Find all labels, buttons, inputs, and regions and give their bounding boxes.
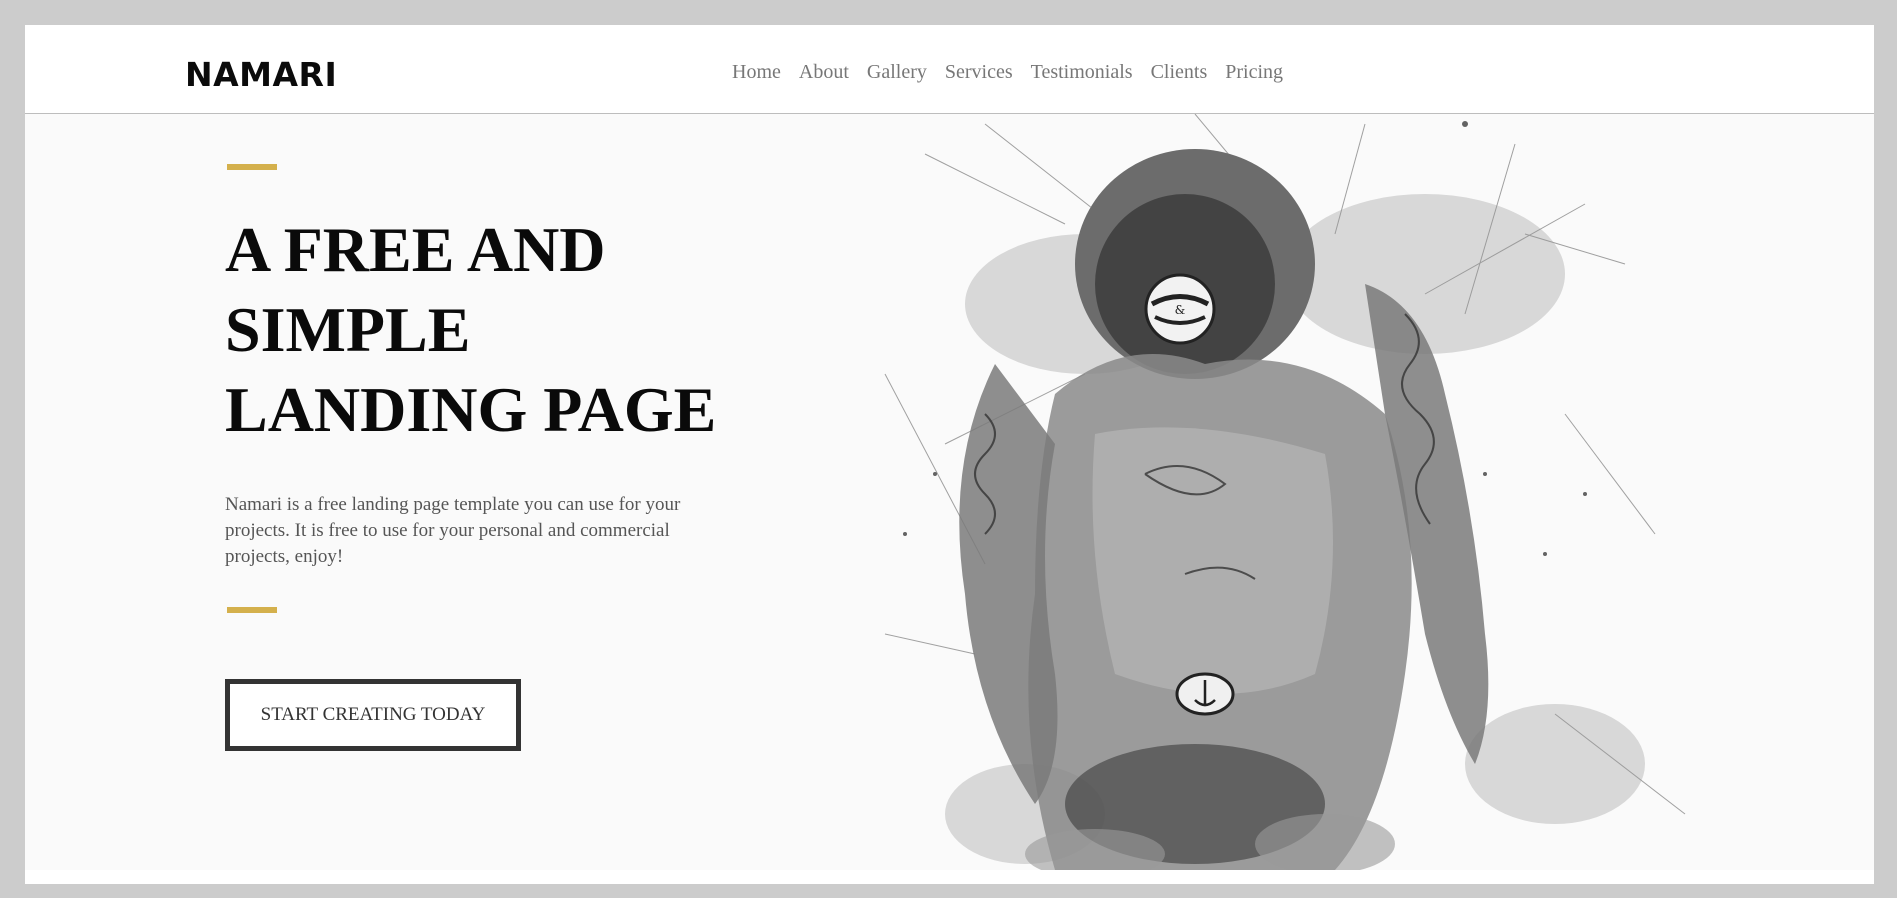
headline-line-2: SIMPLE bbox=[225, 294, 471, 365]
site-header: NAMARI Home About Gallery Services Testi… bbox=[25, 25, 1874, 114]
main-nav: Home About Gallery Services Testimonials… bbox=[732, 61, 1301, 84]
nav-services[interactable]: Services bbox=[945, 61, 1013, 84]
hero-headline: A FREE AND SIMPLE LANDING PAGE bbox=[225, 210, 845, 450]
nav-about[interactable]: About bbox=[799, 61, 849, 84]
svg-text:&: & bbox=[1175, 303, 1186, 317]
hero-section: A FREE AND SIMPLE LANDING PAGE Namari is… bbox=[25, 114, 1874, 870]
hero-description: Namari is a free landing page template y… bbox=[225, 494, 681, 567]
nav-home[interactable]: Home bbox=[732, 61, 781, 84]
nav-pricing[interactable]: Pricing bbox=[1225, 61, 1283, 84]
start-creating-button[interactable]: START CREATING TODAY bbox=[225, 679, 521, 751]
headline-line-1: A FREE AND bbox=[225, 214, 606, 285]
nav-clients[interactable]: Clients bbox=[1151, 61, 1208, 84]
logo[interactable]: NAMARI bbox=[185, 55, 337, 94]
accent-bar-top bbox=[227, 164, 277, 170]
page-bottom-edge bbox=[25, 870, 1874, 884]
hero-illustration: & bbox=[884, 114, 1686, 870]
accent-bar-bottom bbox=[227, 607, 277, 613]
headline-line-3: LANDING PAGE bbox=[225, 374, 717, 445]
nav-gallery[interactable]: Gallery bbox=[867, 61, 927, 84]
browser-viewport: NAMARI Home About Gallery Services Testi… bbox=[25, 25, 1874, 884]
nav-testimonials[interactable]: Testimonials bbox=[1031, 61, 1133, 84]
